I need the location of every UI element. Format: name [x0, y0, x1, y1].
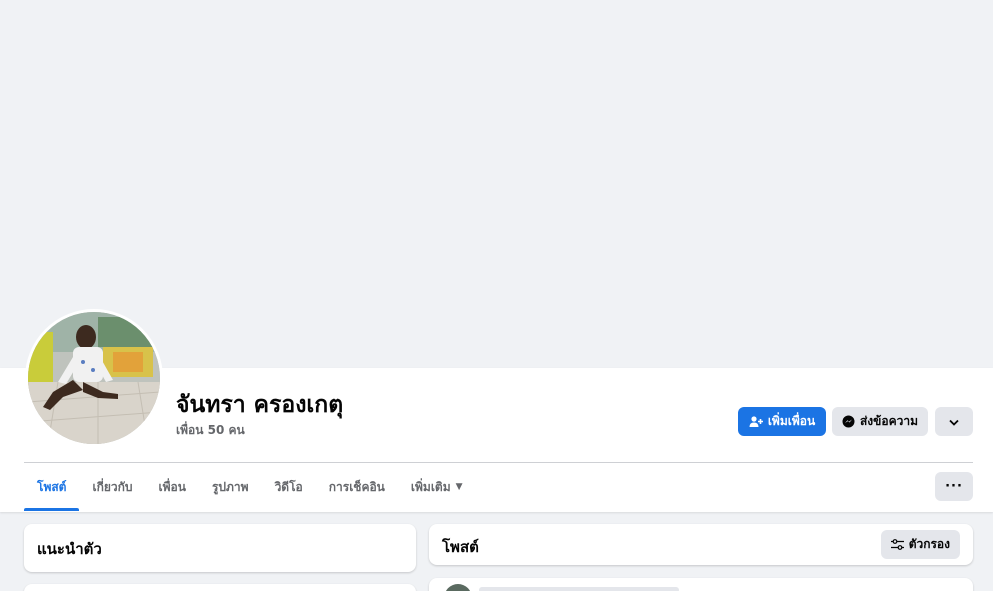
- tab-posts[interactable]: โพสต์: [24, 463, 80, 511]
- tab-checkins-label: การเช็คอิน: [328, 479, 385, 494]
- tab-friends-label: เพื่อน: [158, 479, 186, 494]
- filter-sliders-icon: [890, 539, 904, 550]
- cover-photo[interactable]: [0, 0, 993, 368]
- add-friend-icon: [749, 415, 763, 428]
- profile-photo-image: [28, 312, 160, 444]
- tab-more[interactable]: เพิ่มเติม ▼: [398, 463, 476, 511]
- caret-down-icon: ▼: [455, 482, 463, 492]
- tab-more-label: เพิ่มเติม: [410, 479, 451, 494]
- tab-photos[interactable]: รูปภาพ: [199, 463, 262, 511]
- post-card: [429, 578, 973, 591]
- intro-card-title: แนะนำตัว: [37, 540, 102, 558]
- intro-details-card: [24, 584, 416, 591]
- tabs-more-button[interactable]: ···: [935, 472, 973, 501]
- add-friend-button[interactable]: เพิ่มเพื่อน: [738, 407, 826, 436]
- messenger-icon: [842, 415, 855, 428]
- profile-avatar[interactable]: [25, 309, 163, 447]
- tab-about[interactable]: เกี่ยวกับ: [79, 463, 145, 511]
- tab-videos-label: วิดีโอ: [274, 479, 303, 494]
- tab-posts-label: โพสต์: [37, 479, 67, 494]
- intro-card: แนะนำตัว: [24, 524, 416, 572]
- posts-card: โพสต์ ตัวกรอง: [429, 524, 973, 565]
- send-message-button[interactable]: ส่งข้อความ: [832, 407, 928, 436]
- posts-card-title: โพสต์: [442, 538, 479, 556]
- add-friend-label: เพิ่มเพื่อน: [767, 414, 816, 428]
- filter-button[interactable]: ตัวกรอง: [880, 530, 960, 559]
- ellipsis-icon: ···: [945, 479, 963, 494]
- tab-checkins[interactable]: การเช็คอิน: [316, 463, 398, 511]
- friends-count[interactable]: เพื่อน 50 คน: [176, 421, 245, 440]
- chevron-down-icon: [949, 415, 959, 429]
- profile-tabs: โพสต์ เกี่ยวกับ เพื่อน รูปภาพ วิดีโอ การ…: [24, 463, 476, 511]
- tab-friends[interactable]: เพื่อน: [146, 463, 199, 511]
- tab-about-label: เกี่ยวกับ: [92, 479, 133, 494]
- more-actions-button[interactable]: [935, 407, 973, 436]
- tab-photos-label: รูปภาพ: [211, 479, 249, 494]
- post-header-text: [479, 587, 679, 591]
- send-message-label: ส่งข้อความ: [859, 414, 918, 428]
- filter-label: ตัวกรอง: [908, 537, 950, 551]
- tab-videos[interactable]: วิดีโอ: [262, 463, 316, 511]
- post-author-avatar[interactable]: [444, 584, 472, 591]
- profile-name: จันทรา ครองเกตุ: [176, 392, 344, 418]
